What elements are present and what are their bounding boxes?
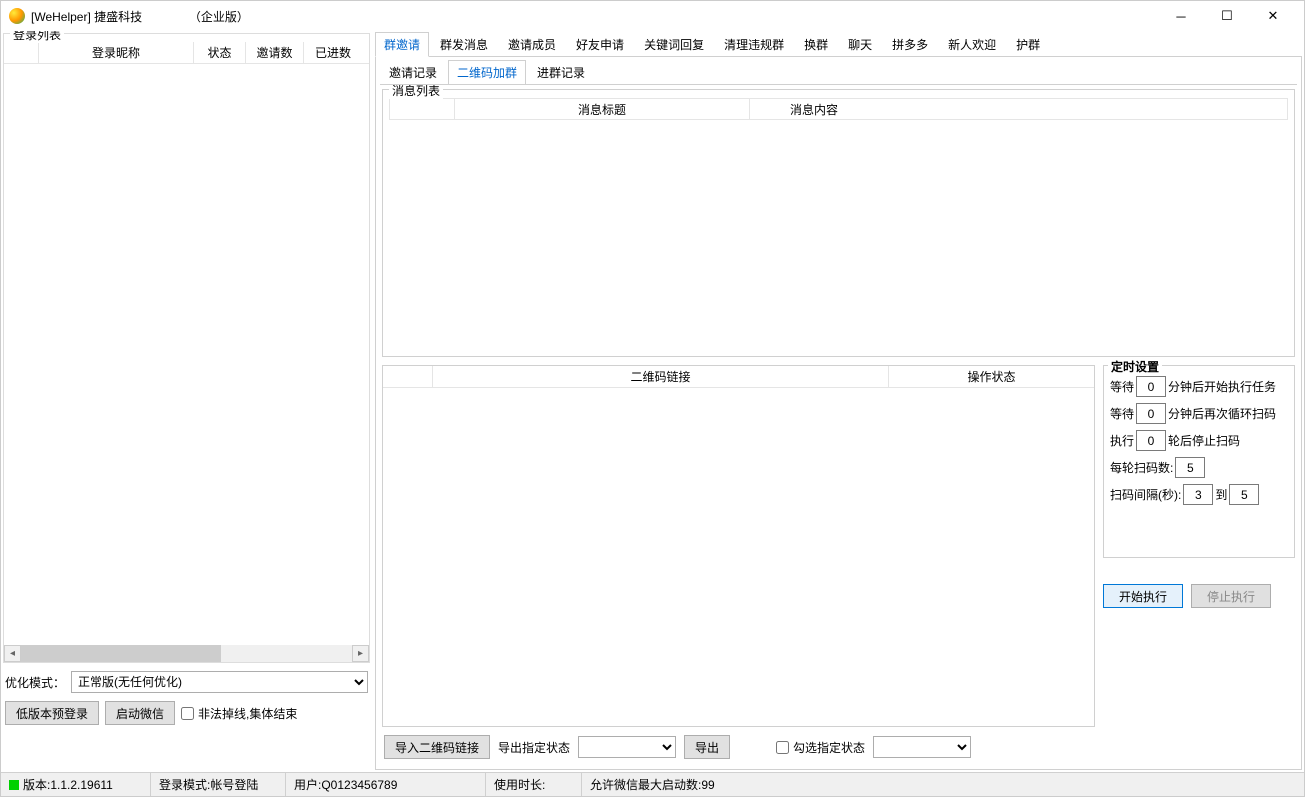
subtab-join-record[interactable]: 进群记录: [528, 60, 594, 85]
scroll-right-arrow[interactable]: ▸: [352, 645, 369, 662]
right-panel: 群邀请 群发消息 邀请成员 好友申请 关键词回复 清理违规群 换群 聊天 拼多多…: [373, 31, 1304, 772]
left-panel: 登录列表 登录昵称 状态 邀请数 已进数 ◂ ▸ 优化模式：: [1, 31, 373, 772]
col-msg-content[interactable]: 消息内容: [750, 99, 1287, 119]
col-invite-count[interactable]: 邀请数: [246, 42, 304, 63]
close-button[interactable]: ✕: [1250, 1, 1296, 31]
statusbar: 版本:1.1.2.19611 登录模式:帐号登陆 用户:Q0123456789 …: [1, 772, 1304, 796]
login-list-group: 登录列表 登录昵称 状态 邀请数 已进数 ◂ ▸: [3, 33, 370, 663]
titlebar: [WeHelper] 捷盛科技 （企业版） ─ ☐ ✕: [1, 1, 1304, 31]
scans-per-round-input[interactable]: [1175, 457, 1205, 478]
main-tabstrip: 群邀请 群发消息 邀请成员 好友申请 关键词回复 清理违规群 换群 聊天 拼多多…: [375, 33, 1302, 57]
qr-table: 二维码链接 操作状态: [382, 365, 1095, 727]
scan-interval-max-input[interactable]: [1229, 484, 1259, 505]
tab-mass-message[interactable]: 群发消息: [431, 32, 497, 57]
run-rounds-input[interactable]: [1136, 430, 1166, 451]
status-version: 版本:1.1.2.19611: [23, 776, 113, 793]
wait-start-minutes-input[interactable]: [1136, 376, 1166, 397]
login-list-title: 登录列表: [10, 31, 64, 43]
tab-pdd[interactable]: 拼多多: [883, 32, 937, 57]
wait-loop-minutes-input[interactable]: [1136, 403, 1166, 424]
sub-tabstrip: 邀请记录 二维码加群 进群记录: [380, 61, 1297, 85]
col-nickname[interactable]: 登录昵称: [39, 42, 194, 63]
tab-friend-request[interactable]: 好友申请: [567, 32, 633, 57]
status-user: 用户:Q0123456789: [286, 773, 486, 796]
tab-welcome[interactable]: 新人欢迎: [939, 32, 1005, 57]
scan-interval-min-input[interactable]: [1183, 484, 1213, 505]
illegal-logout-all-checkbox[interactable]: 非法掉线,集体结束: [181, 705, 297, 722]
subtab-qr-join[interactable]: 二维码加群: [448, 60, 526, 85]
message-table-header: 消息标题 消息内容: [389, 98, 1288, 120]
login-table-hscroll[interactable]: ◂ ▸: [4, 645, 369, 662]
timer-settings-group: 定时设置 等待 分钟后开始执行任务 等待 分钟后再次循环扫码: [1103, 365, 1295, 558]
status-max-wechat: 允许微信最大启动数:99: [582, 773, 1304, 796]
export-status-label: 导出指定状态: [498, 739, 570, 756]
maximize-button[interactable]: ☐: [1204, 1, 1250, 31]
tab-clean-group[interactable]: 清理违规群: [715, 32, 793, 57]
minimize-button[interactable]: ─: [1158, 1, 1204, 31]
qr-table-header: 二维码链接 操作状态: [383, 366, 1094, 388]
status-usage-time: 使用时长:: [486, 773, 582, 796]
stop-execute-button: 停止执行: [1191, 584, 1271, 608]
message-list-group: 消息列表 消息标题 消息内容: [382, 89, 1295, 357]
start-execute-button[interactable]: 开始执行: [1103, 584, 1183, 608]
tab-chat[interactable]: 聊天: [839, 32, 881, 57]
export-button[interactable]: 导出: [684, 735, 730, 759]
start-wechat-button[interactable]: 启动微信: [105, 701, 175, 725]
opt-mode-label: 优化模式：: [5, 674, 65, 691]
login-table-body[interactable]: [4, 64, 369, 645]
export-status-select[interactable]: [578, 736, 676, 758]
app-window: [WeHelper] 捷盛科技 （企业版） ─ ☐ ✕ 登录列表 登录昵称 状态…: [0, 0, 1305, 797]
filter-status-checkbox[interactable]: 勾选指定状态: [776, 739, 865, 756]
col-op-status[interactable]: 操作状态: [889, 366, 1094, 388]
tab-group-invite[interactable]: 群邀请: [375, 32, 429, 57]
low-version-prelogin-button[interactable]: 低版本预登录: [5, 701, 99, 725]
bottom-controls: 导入二维码链接 导出指定状态 导出 勾选指定状态: [380, 729, 1297, 765]
login-table-header: 登录昵称 状态 邀请数 已进数: [4, 42, 369, 64]
filter-status-select[interactable]: [873, 736, 971, 758]
scroll-left-arrow[interactable]: ◂: [4, 645, 21, 662]
scroll-thumb[interactable]: [21, 645, 221, 662]
tab-invite-members[interactable]: 邀请成员: [499, 32, 565, 57]
import-qr-links-button[interactable]: 导入二维码链接: [384, 735, 490, 759]
col-msg-title[interactable]: 消息标题: [455, 99, 750, 119]
app-title: [WeHelper] 捷盛科技 （企业版）: [31, 8, 249, 25]
app-icon: [9, 8, 25, 24]
col-joined-count[interactable]: 已进数: [304, 42, 362, 63]
status-login-mode: 登录模式:帐号登陆: [151, 773, 286, 796]
timer-settings-title: 定时设置: [1108, 358, 1162, 375]
col-qr-link[interactable]: 二维码链接: [433, 366, 889, 388]
tab-protect-group[interactable]: 护群: [1007, 32, 1049, 57]
status-indicator-icon: [9, 780, 19, 790]
opt-mode-select[interactable]: 正常版(无任何优化): [71, 671, 368, 693]
tab-keyword-reply[interactable]: 关键词回复: [635, 32, 713, 57]
col-status[interactable]: 状态: [194, 42, 246, 63]
tab-swap-group[interactable]: 换群: [795, 32, 837, 57]
